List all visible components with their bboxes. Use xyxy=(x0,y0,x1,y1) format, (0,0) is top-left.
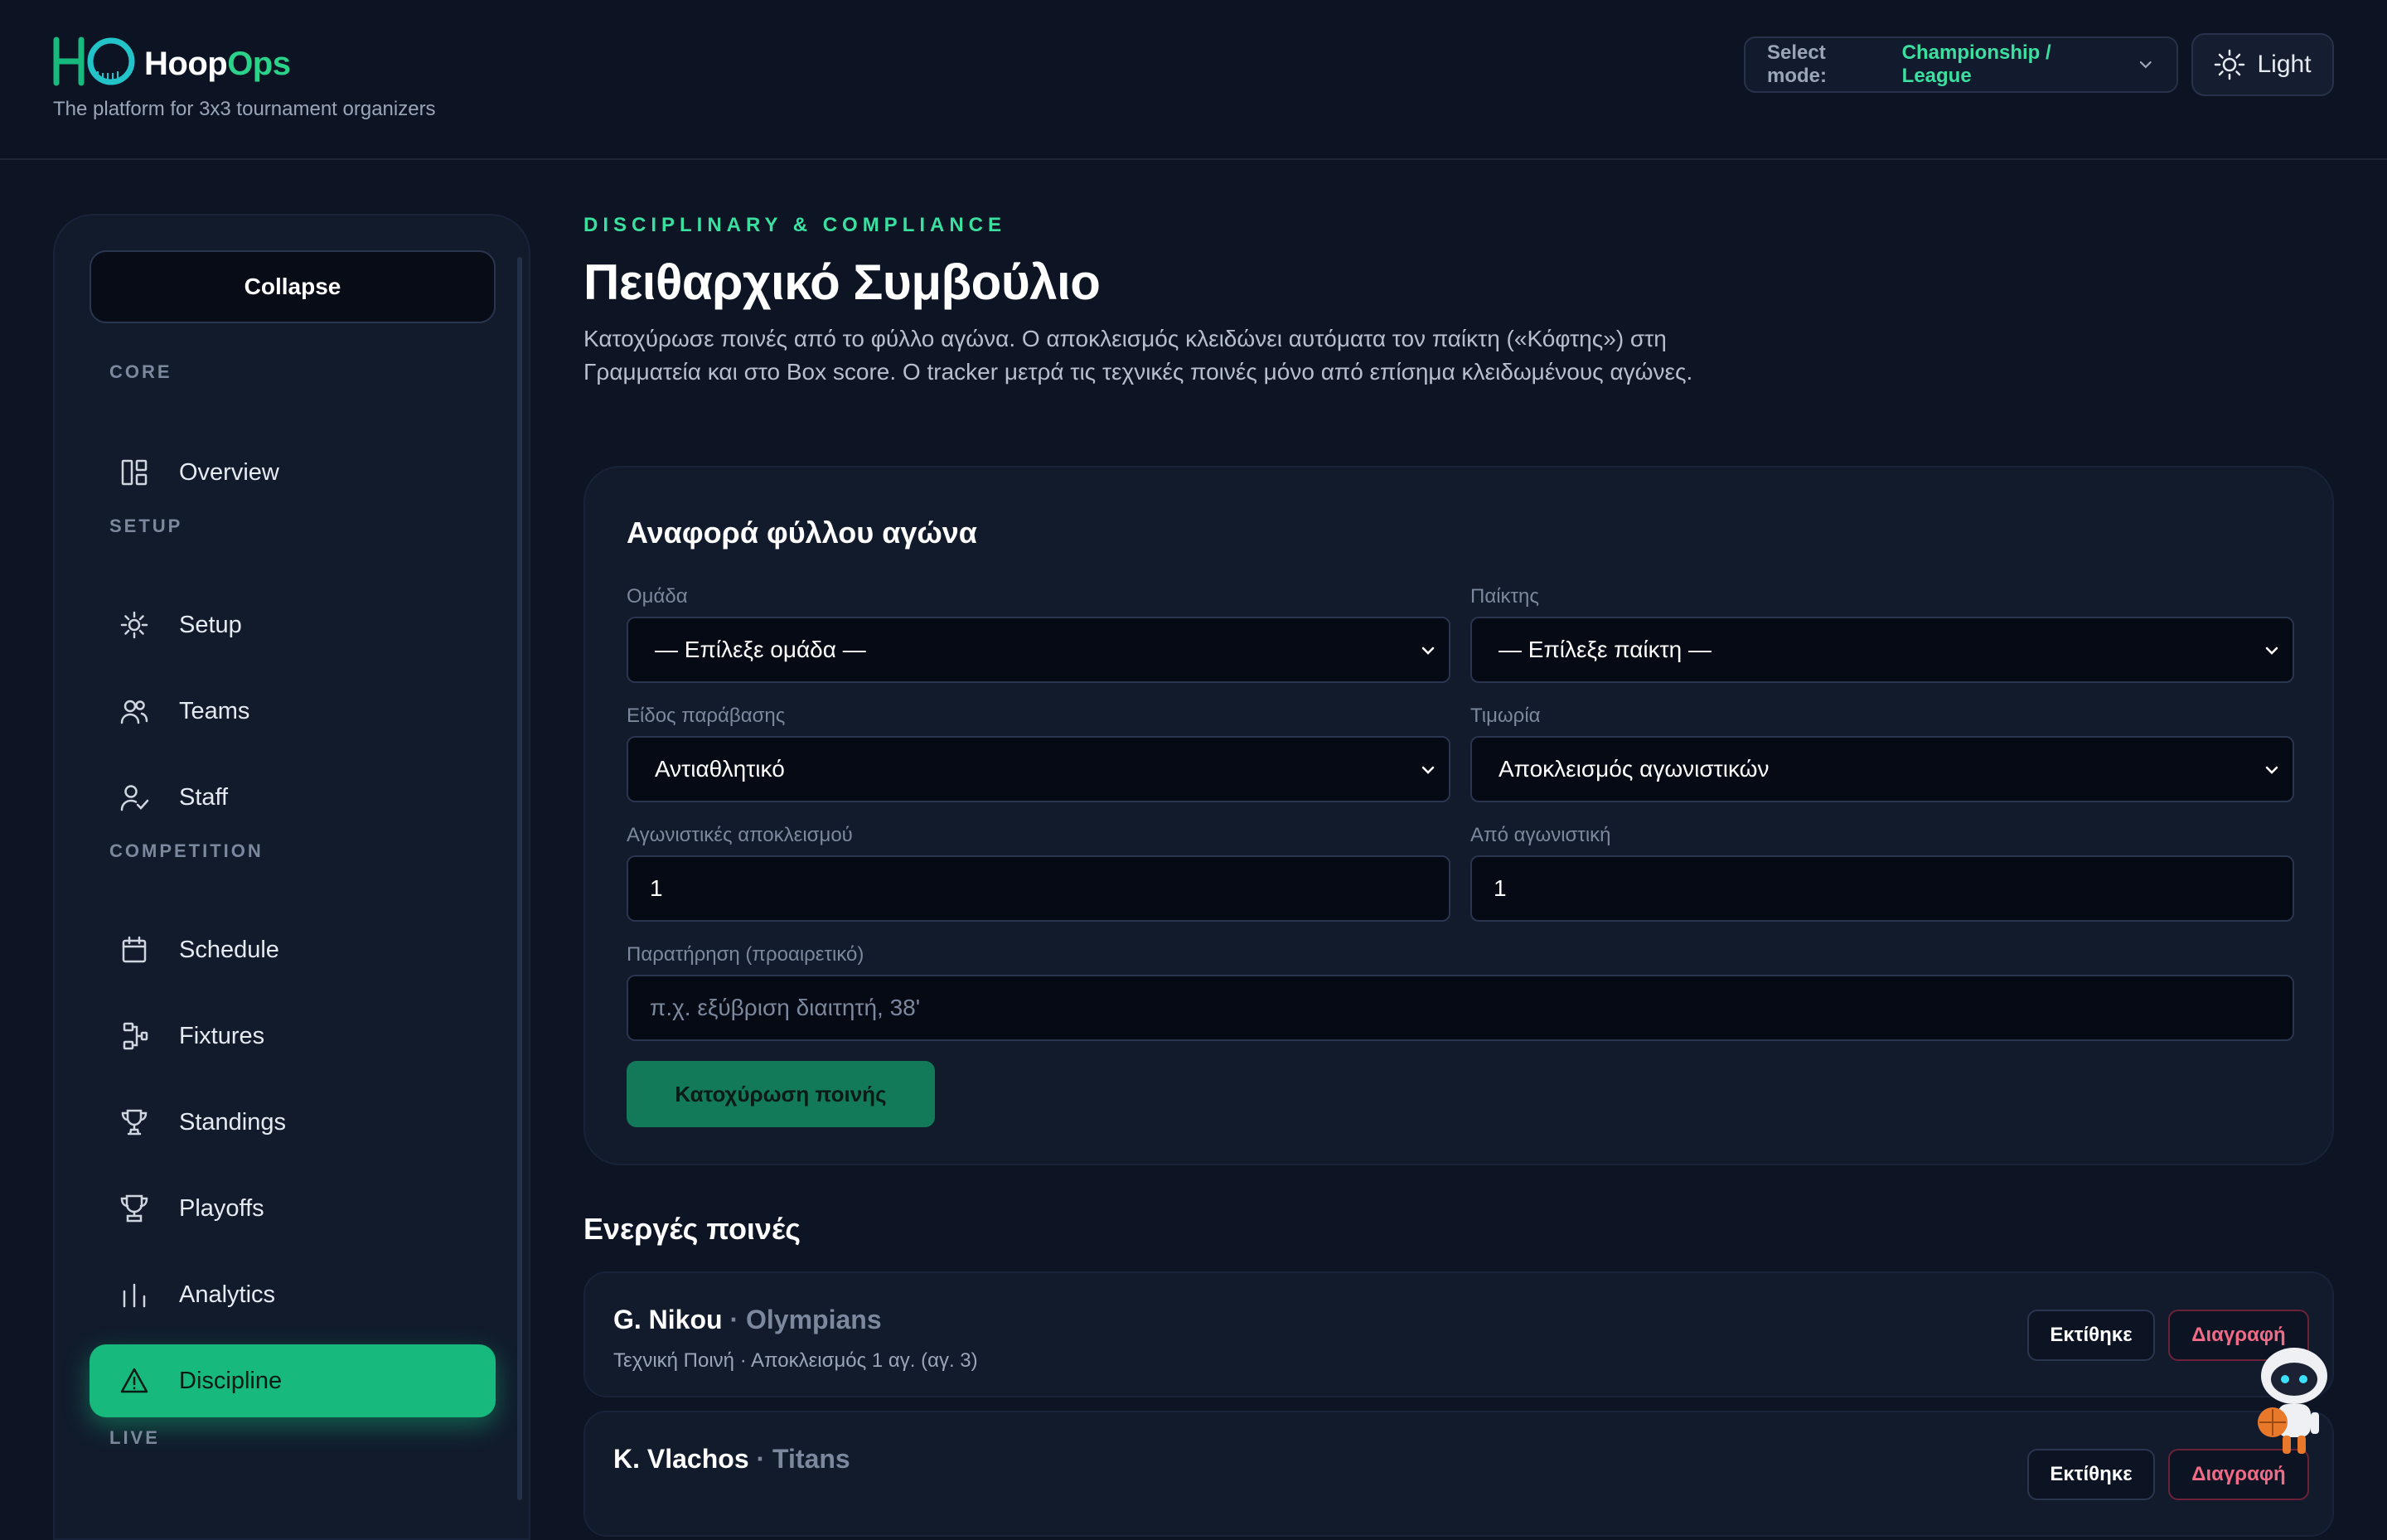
sidebar-item-label: Overview xyxy=(179,458,279,486)
chevron-down-icon xyxy=(2140,61,2152,69)
brand-name: HoopOps xyxy=(144,45,291,82)
chevron-down-icon xyxy=(1421,647,1435,655)
theme-toggle-button[interactable]: Light xyxy=(2191,33,2334,96)
layout-icon xyxy=(121,459,148,486)
penalty-player: K. Vlachos · Titans xyxy=(613,1444,850,1474)
sidebar-scrollbar[interactable] xyxy=(517,257,522,1500)
sidebar-item-label: Staff xyxy=(179,783,229,811)
ban-rounds-label: Αγωνιστικές αποκλεισμού xyxy=(627,824,853,846)
mode-value: Championship / League xyxy=(1901,41,2051,87)
section-label-core: CORE xyxy=(109,361,172,382)
player-label: Παίκτης xyxy=(1470,585,1539,608)
top-header: HoopOps The platform for 3x3 tournament … xyxy=(0,0,2387,160)
warning-triangle-icon xyxy=(120,1368,148,1393)
sidebar-item-setup[interactable]: Setup xyxy=(90,588,496,661)
sidebar-item-label: Schedule xyxy=(179,936,279,963)
bracket-icon xyxy=(123,1022,148,1050)
report-form-card: Αναφορά φύλλου αγώνα Ομάδα — Επίλεξε ομά… xyxy=(583,466,2334,1165)
section-label-competition: COMPETITION xyxy=(109,840,264,861)
section-label-live: LIVE xyxy=(109,1427,160,1448)
calendar-icon xyxy=(122,936,147,963)
sidebar-item-label: Discipline xyxy=(179,1367,283,1394)
bar-chart-icon xyxy=(123,1283,146,1308)
player-select-value: — Επίλεξε παίκτη — xyxy=(1499,637,1712,662)
sidebar-item-label: Teams xyxy=(179,697,250,724)
team-select[interactable]: — Επίλεξε ομάδα — xyxy=(627,617,1450,683)
page-title: Πειθαρχικό Συμβούλιο xyxy=(583,254,1101,310)
sidebar-item-label: Setup xyxy=(179,611,242,638)
note-placeholder: π.χ. εξύβριση διαιτητή, 38' xyxy=(650,995,921,1020)
sidebar: Collapse CORE Overview SETUP Setup Teams… xyxy=(53,214,530,1540)
penalty-type-label: Τιμωρία xyxy=(1470,705,1541,727)
trophy-icon xyxy=(121,1109,148,1136)
sidebar-item-fixtures[interactable]: Fixtures xyxy=(90,1000,496,1073)
sidebar-item-discipline[interactable]: Discipline xyxy=(90,1344,496,1417)
brand-tagline: The platform for 3x3 tournament organize… xyxy=(53,98,436,120)
penalty-row: G. Nikou · Olympians Τεχνική Ποινή · Απο… xyxy=(583,1271,2334,1397)
team-select-value: — Επίλεξε ομάδα — xyxy=(655,637,866,662)
active-penalties-title: Ενεργές ποινές xyxy=(583,1212,801,1246)
ban-rounds-value: 1 xyxy=(650,875,663,901)
served-button[interactable]: Εκτίθηκε xyxy=(2027,1449,2155,1500)
chevron-down-icon xyxy=(1421,766,1435,774)
offense-label: Είδος παράβασης xyxy=(627,705,786,727)
sidebar-item-label: Standings xyxy=(179,1108,286,1136)
submit-penalty-button[interactable]: Κατοχύρωση ποινής xyxy=(627,1061,935,1127)
from-round-label: Από αγωνιστική xyxy=(1470,824,1611,846)
sidebar-item-staff[interactable]: Staff xyxy=(90,761,496,834)
report-form-title: Αναφορά φύλλου αγώνα xyxy=(627,516,977,550)
penalty-player: G. Nikou · Olympians xyxy=(613,1305,882,1334)
player-select[interactable]: — Επίλεξε παίκτη — xyxy=(1470,617,2294,683)
page-description: Κατοχύρωσε ποινές από το φύλλο αγώνα. Ο … xyxy=(583,326,1693,385)
chevron-down-icon xyxy=(2265,766,2278,774)
from-round-value: 1 xyxy=(1494,875,1507,901)
main-content: DISCIPLINARY & COMPLIANCE Πειθαρχικό Συμ… xyxy=(583,214,2334,1537)
sidebar-item-overview[interactable]: Overview xyxy=(90,436,496,509)
brand[interactable]: HoopOps The platform for 3x3 tournament … xyxy=(53,35,436,121)
team-label: Ομάδα xyxy=(627,585,688,608)
cup-icon xyxy=(120,1194,148,1223)
note-label: Παρατήρηση (προαιρετικό) xyxy=(627,943,864,966)
theme-label: Light xyxy=(2257,51,2312,78)
penalty-team: · Olympians xyxy=(729,1305,882,1334)
sidebar-item-label: Fixtures xyxy=(179,1022,265,1049)
penalty-type-select[interactable]: Αποκλεισμός αγωνιστικών xyxy=(1470,736,2294,802)
offense-select[interactable]: Αντιαθλητικό xyxy=(627,736,1450,802)
sidebar-item-standings[interactable]: Standings xyxy=(90,1086,496,1159)
user-check-icon xyxy=(120,785,149,811)
sidebar-item-schedule[interactable]: Schedule xyxy=(90,913,496,986)
mode-label: Select mode: xyxy=(1767,41,1827,87)
penalty-team: · Titans xyxy=(756,1444,850,1474)
penalty-detail: Τεχνική Ποινή · Αποκλεισμός 1 αγ. (αγ. 3… xyxy=(613,1349,978,1372)
sidebar-item-label: Playoffs xyxy=(179,1194,264,1222)
collapse-button[interactable]: Collapse xyxy=(90,250,496,323)
from-round-input[interactable]: 1 xyxy=(1470,855,2294,922)
sun-icon xyxy=(2215,49,2245,80)
sidebar-item-label: Analytics xyxy=(179,1281,276,1308)
robot-assistant-icon[interactable] xyxy=(2248,1343,2336,1459)
ban-rounds-input[interactable]: 1 xyxy=(627,855,1450,922)
chevron-down-icon xyxy=(2265,647,2278,655)
penalty-row: K. Vlachos · Titans Εκτίθηκε Διαγραφή xyxy=(583,1411,2334,1537)
gear-icon xyxy=(120,611,148,639)
section-label-setup: SETUP xyxy=(109,516,183,536)
sidebar-item-teams[interactable]: Teams xyxy=(90,675,496,748)
served-button[interactable]: Εκτίθηκε xyxy=(2027,1310,2155,1361)
sidebar-item-playoffs[interactable]: Playoffs xyxy=(90,1172,496,1245)
penalty-type-select-value: Αποκλεισμός αγωνιστικών xyxy=(1499,756,1770,782)
page-eyebrow: DISCIPLINARY & COMPLIANCE xyxy=(583,214,1007,236)
users-icon xyxy=(120,700,148,724)
sidebar-item-analytics[interactable]: Analytics xyxy=(90,1258,496,1331)
offense-select-value: Αντιαθλητικό xyxy=(655,756,785,782)
mode-select[interactable]: Select mode: Championship / League xyxy=(1744,36,2178,93)
note-input[interactable]: π.χ. εξύβριση διαιτητή, 38' xyxy=(627,975,2294,1041)
hoopops-logo-icon xyxy=(53,36,135,86)
